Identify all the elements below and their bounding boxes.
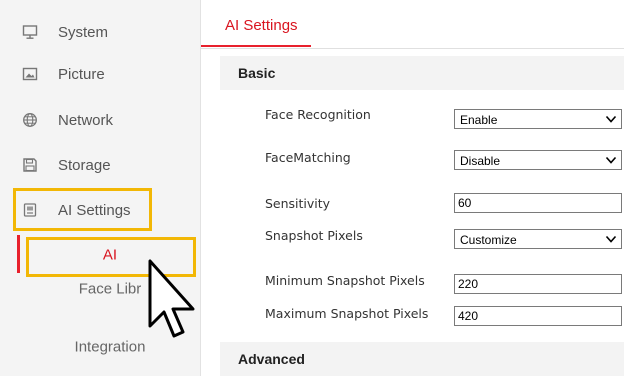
max-snapshot-pixels-input[interactable] (454, 306, 622, 326)
section-title: Advanced (238, 351, 305, 367)
sidebar-item-label: System (58, 23, 109, 41)
max-snapshot-pixels-label: Maximum Snapshot Pixels (265, 306, 429, 321)
sidebar-item-label: Network (58, 111, 114, 129)
save-icon (22, 157, 38, 173)
sensitivity-input[interactable] (454, 193, 622, 213)
sidebar-item-storage[interactable]: Storage (0, 145, 200, 185)
face-matching-label: FaceMatching (265, 150, 351, 165)
select-value: Customize (460, 233, 517, 247)
tab-strip: AI Settings (201, 0, 624, 49)
monitor-icon (22, 24, 38, 40)
sidebar-item-label: Storage (58, 156, 111, 174)
select-value: Disable (460, 154, 501, 168)
section-title: Basic (238, 65, 276, 81)
sidebar-item-network[interactable]: Network (0, 100, 200, 140)
sidebar-item-system[interactable]: System (0, 12, 200, 52)
min-snapshot-pixels-input[interactable] (454, 274, 622, 294)
sidebar-item-picture[interactable]: Picture (0, 54, 200, 94)
chevron-down-icon (605, 233, 617, 245)
min-snapshot-pixels-label: Minimum Snapshot Pixels (265, 273, 425, 288)
chevron-down-icon (605, 154, 617, 166)
snapshot-pixels-label: Snapshot Pixels (265, 228, 363, 243)
globe-icon (22, 112, 38, 128)
face-matching-select[interactable]: Disable (454, 150, 622, 170)
sidebar-item-label: Picture (58, 65, 105, 83)
face-recognition-select[interactable]: Enable (454, 109, 622, 129)
mouse-cursor-icon (147, 258, 199, 351)
section-header-advanced: Advanced (220, 342, 624, 376)
face-recognition-label: Face Recognition (265, 107, 371, 122)
chevron-down-icon (605, 113, 617, 125)
section-header-basic: Basic (220, 56, 624, 90)
snapshot-pixels-select[interactable]: Customize (454, 229, 622, 249)
sensitivity-label: Sensitivity (265, 196, 331, 211)
select-value: Enable (460, 113, 498, 127)
tab-ai-settings[interactable]: AI Settings (201, 0, 311, 47)
highlight-box-ai-settings (13, 188, 152, 231)
tab-label: AI Settings (225, 17, 298, 34)
picture-icon (22, 66, 38, 82)
